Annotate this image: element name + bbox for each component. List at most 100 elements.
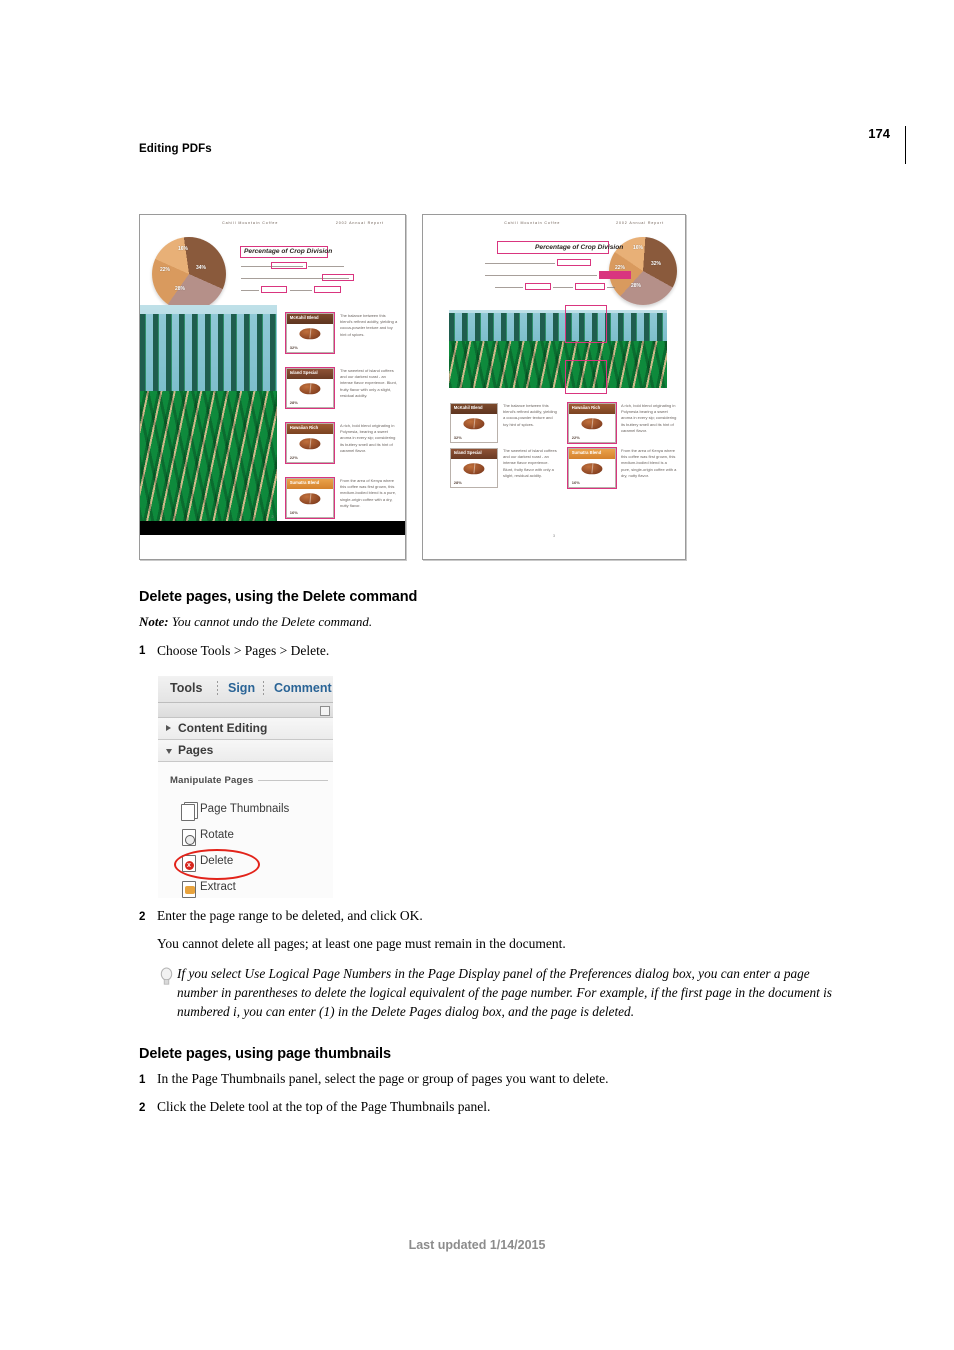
card-name-left-2: Hawaiian Rich [289,425,319,431]
card-pct-right-2: 28% [453,480,462,486]
thumb-left-textline-1b [308,266,344,268]
pie-label-left-3: 16% [178,246,189,252]
pie-label-left-0: 34% [196,265,207,271]
pdf-page-thumbnail-right: Cahill Mountain Coffee 2002 Annual Repor… [422,214,686,560]
thumb-right-page-number: 3 [552,533,556,538]
card-caption-bar: Sumatra Blend [569,449,615,459]
pie-chart-left: 34% 28% 22% 16% [152,237,226,311]
step-number-2-1: 1 [139,1074,146,1086]
pie-label-left-1: 28% [175,286,186,292]
footer-last-updated: Last updated 1/14/2015 [408,1238,546,1252]
menu-label-rotate: Rotate [200,829,234,841]
extract-icon [181,880,196,898]
card-caption-bar: Sumatra Blend [287,479,333,489]
card-pct-right-0: 32% [453,435,462,441]
highlight-left-inline-1 [271,262,307,269]
card-text-left-2: A rich, bold blend originating in Polyne… [340,423,396,453]
menu-item-page-thumbnails[interactable]: Page Thumbnails [158,798,333,824]
thumb-left-textline-3 [241,290,259,292]
card-pct-left-1: 28% [289,400,298,406]
group-header-manipulate-pages: Manipulate Pages [170,775,254,786]
tab-comment[interactable]: Comment [274,681,332,695]
thumb-right-textline-3c [607,287,615,289]
chevron-right-icon [166,725,171,731]
card-text-right-3: From the area of Kenya where this coffee… [621,448,677,478]
note-text: You cannot undo the Delete command. [171,614,373,629]
step-text-1-2: Enter the page range to be deleted, and … [157,908,423,923]
page-thumbnails-icon [181,802,198,821]
product-card-right-3: Sumatra Blend 16% [568,448,616,488]
coffee-bean-icon [581,418,603,430]
thumb-left-black-band [140,521,405,535]
page-sheet-front [181,804,195,821]
highlight-right-inline-3 [525,283,551,290]
card-caption-bar: McKahil Blend [451,404,497,414]
card-caption-bar: Hawaiian Rich [287,424,333,434]
card-name-right-1: Hawaiian Rich [571,405,601,411]
panel-options-icon[interactable] [320,706,330,716]
card-name-left-1: Island Special [289,370,318,376]
card-pct-left-2: 22% [289,455,298,461]
chevron-down-icon [166,749,172,754]
thumb-left-header-left: Cahill Mountain Coffee [222,221,279,225]
tab-separator-1 [217,681,218,696]
pie-label-left-2: 22% [160,267,171,273]
thumb-left-textline-3b [290,290,312,292]
pie-label-right-1: 28% [631,283,642,289]
highlight-right-inline-4 [575,283,605,290]
card-text-right-1: A rich, bold blend originating in Polyne… [621,403,677,433]
pdf-page-thumbnail-left: Cahill Mountain Coffee 2002 Annual Repor… [139,214,406,560]
thumb-right-textline-3 [495,287,523,289]
card-caption-bar: Hawaiian Rich [569,404,615,414]
photo-field-rows [140,391,277,521]
coffee-bean-icon [299,493,321,505]
thumb-right-header-left: Cahill Mountain Coffee [504,221,561,225]
rotate-icon [181,828,196,846]
card-text-left-3: From the area of Kenya where this coffee… [340,478,397,508]
menu-item-rotate[interactable]: Rotate [158,824,333,850]
acrobat-tools-panel-screenshot: Tools Sign Comment Content Editing Pages… [158,676,333,898]
rotate-arrow-badge [185,835,195,845]
step-text-1-1: Choose Tools > Pages > Delete. [157,643,330,658]
accordion-pages[interactable]: Pages [158,740,333,762]
product-card-left-3: Sumatra Blend 16% [286,478,334,518]
thumb-right-photo [449,310,667,388]
thumb-right-textline-2 [485,275,597,277]
group-header-rule [258,780,328,781]
card-pct-left-0: 32% [289,345,298,351]
pie-label-right-3: 16% [633,245,644,251]
paragraph-cannot-delete-all: You cannot delete all pages; at least on… [157,936,566,951]
extract-arrow-badge [185,886,195,894]
card-text-left-1: The sweetest of island coffees and our d… [340,368,397,398]
note-delete-command: Note: You cannot undo the Delete command… [139,614,372,630]
thumb-right-title: Percentage of Crop Division [535,244,624,251]
highlight-left-inline-3 [261,286,287,293]
card-caption-bar: McKahil Blend [287,314,333,324]
thumb-right-header-right: 2002 Annual Report [616,221,665,225]
coffee-bean-icon [463,463,485,475]
card-text-right-2: The sweetest of island coffees and our d… [503,448,557,478]
highlight-left-inline-4 [314,286,341,293]
card-caption-bar: Island Special [451,449,497,459]
card-name-right-2: Island Special [453,450,482,456]
document-page: Editing PDFs 174 Cahill Mountain Coffee … [0,0,954,1350]
step-text-2-1: In the Page Thumbnails panel, select the… [157,1071,609,1086]
product-card-left-2: Hawaiian Rich 22% [286,423,334,463]
product-card-left-1: Island Special 28% [286,368,334,408]
section-heading-delete-command: Delete pages, using the Delete command [139,589,418,605]
product-card-right-2: Island Special 28% [450,448,498,488]
coffee-bean-icon [581,463,603,475]
card-name-left-3: Sumatra Blend [289,480,320,486]
card-name-right-3: Sumatra Blend [571,450,602,456]
coffee-bean-icon [299,383,321,395]
accordion-content-editing[interactable]: Content Editing [158,718,333,740]
tab-sign[interactable]: Sign [228,681,255,695]
menu-item-extract[interactable]: Extract [158,876,333,898]
photo-field-rows [449,341,667,388]
highlight-photo-right-1 [565,305,607,343]
thumb-right-textline-1 [485,263,555,265]
thumb-left-title: Percentage of Crop Division [244,248,333,255]
card-name-right-0: McKahil Blend [453,405,483,411]
highlight-left-inline-2 [322,274,354,281]
tab-tools[interactable]: Tools [170,681,202,695]
